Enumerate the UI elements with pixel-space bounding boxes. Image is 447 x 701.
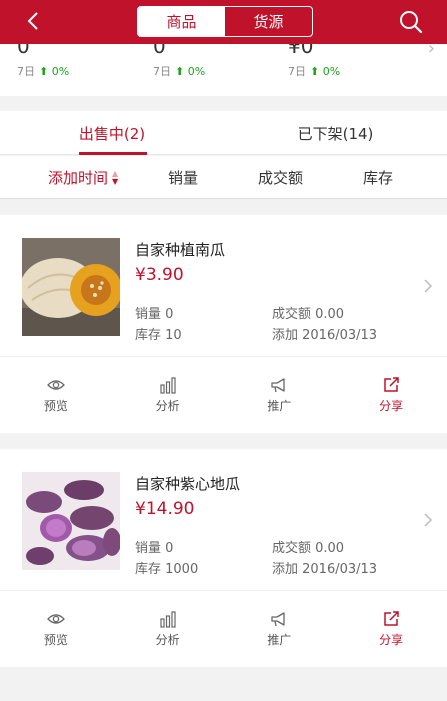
preview-button[interactable]: 预览 <box>0 591 112 667</box>
segment-products[interactable]: 商品 <box>138 7 225 36</box>
stat-value: 0 <box>17 44 30 58</box>
product-image <box>22 472 120 570</box>
sort-sales[interactable]: 销量 <box>168 156 198 199</box>
tab-underline <box>79 152 147 155</box>
promote-button[interactable]: 推广 <box>224 357 336 433</box>
product-actions: 预览 分析 推广 分享 <box>0 357 447 433</box>
share-icon <box>384 377 399 392</box>
product-sales: 销量 0 <box>135 307 174 322</box>
product-stock: 库存 10 <box>135 328 182 343</box>
product-image <box>22 238 120 336</box>
sort-bar: 添加时间 ▲ ▼ 销量 成交额 库存 <box>0 156 447 199</box>
product-added-date: 添加 2016/03/13 <box>272 328 378 343</box>
tab-on-sale[interactable]: 出售中(2) <box>0 111 224 155</box>
stat-change: 7日 ⬆ 0% <box>17 65 70 78</box>
product-info[interactable]: 自家种紫心地瓜 ¥14.90 销量 0 成交额 0.00 库存 1000 添加 … <box>0 449 447 591</box>
product-revenue: 成交额 0.00 <box>272 307 345 322</box>
chevron-right-icon[interactable]: › <box>428 44 435 59</box>
sort-stock[interactable]: 库存 <box>363 156 393 199</box>
tab-off-shelf[interactable]: 已下架(14) <box>224 111 447 155</box>
share-button[interactable]: 分享 <box>335 591 447 667</box>
megaphone-icon <box>271 612 286 627</box>
product-info[interactable]: 自家种植南瓜 ¥3.90 销量 0 成交额 0.00 库存 10 添加 2016… <box>0 215 447 357</box>
eye-icon <box>46 614 65 624</box>
stat-value: ¥0 <box>288 44 314 58</box>
promote-button[interactable]: 推广 <box>224 591 336 667</box>
sort-add-time[interactable]: 添加时间 ▲ ▼ <box>48 156 118 199</box>
product-card: 自家种紫心地瓜 ¥14.90 销量 0 成交额 0.00 库存 1000 添加 … <box>0 449 447 667</box>
megaphone-icon <box>271 378 286 393</box>
stats-panel: 0 7日 ⬆ 0% 0 7日 ⬆ 0% ¥0 7日 ⬆ 0% › <box>0 44 447 96</box>
bar-chart-icon <box>160 377 176 394</box>
sort-revenue[interactable]: 成交额 <box>258 156 303 199</box>
product-name: 自家种植南瓜 <box>135 241 226 259</box>
product-price: ¥3.90 <box>135 265 184 285</box>
share-button[interactable]: 分享 <box>335 357 447 433</box>
segment-control: 商品 货源 <box>137 6 313 37</box>
top-nav-bar: 商品 货源 <box>0 0 447 44</box>
product-stock: 库存 1000 <box>135 562 199 577</box>
product-revenue: 成交额 0.00 <box>272 541 345 556</box>
product-sales: 销量 0 <box>135 541 174 556</box>
bar-chart-icon <box>160 611 176 628</box>
stat-change: 7日 ⬆ 0% <box>288 65 341 78</box>
product-price: ¥14.90 <box>135 499 195 519</box>
back-icon[interactable] <box>22 9 46 33</box>
status-tabs: 出售中(2) 已下架(14) <box>0 111 447 155</box>
share-icon <box>384 611 399 626</box>
stat-change: 7日 ⬆ 0% <box>153 65 206 78</box>
analytics-button[interactable]: 分析 <box>112 357 224 433</box>
segment-sources[interactable]: 货源 <box>225 7 312 36</box>
search-icon[interactable] <box>398 9 424 35</box>
analytics-button[interactable]: 分析 <box>112 591 224 667</box>
preview-button[interactable]: 预览 <box>0 357 112 433</box>
chevron-right-icon <box>423 278 433 294</box>
product-card: 自家种植南瓜 ¥3.90 销量 0 成交额 0.00 库存 10 添加 2016… <box>0 215 447 433</box>
sort-arrow-icon: ▲ ▼ <box>112 168 119 186</box>
product-added-date: 添加 2016/03/13 <box>272 562 378 577</box>
stat-value: 0 <box>153 44 166 58</box>
product-actions: 预览 分析 推广 分享 <box>0 591 447 667</box>
eye-icon <box>46 380 65 390</box>
chevron-right-icon <box>423 512 433 528</box>
product-name: 自家种紫心地瓜 <box>135 475 241 493</box>
